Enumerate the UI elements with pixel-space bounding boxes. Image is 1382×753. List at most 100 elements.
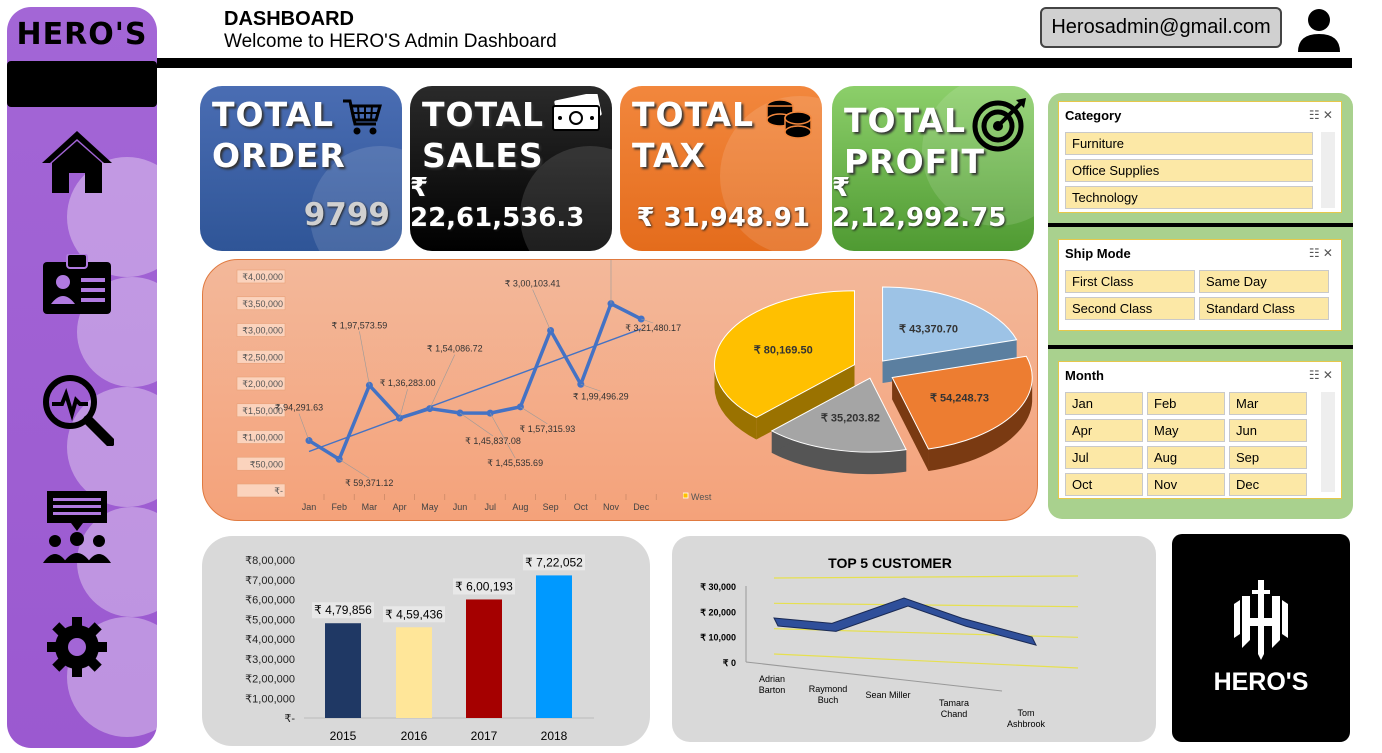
x-tick-label: Sean Miller xyxy=(865,690,910,700)
y-tick-label: ₹5,00,000 xyxy=(245,614,295,626)
pie-data-label: ₹ 80,169.50 xyxy=(754,344,813,356)
y-tick-label: ₹4,00,000 xyxy=(242,272,283,282)
y-tick-label: ₹7,00,000 xyxy=(245,575,295,587)
y-tick-label: ₹1,00,000 xyxy=(245,693,295,705)
page-subtitle: Welcome to HERO'S Admin Dashboard xyxy=(224,31,557,52)
nav-team[interactable] xyxy=(37,487,117,567)
slicer-option[interactable]: Furniture xyxy=(1065,132,1313,155)
category-slicer: Category ☷ ✕ Furniture Office Supplies T… xyxy=(1058,101,1342,213)
month-slicer: Month ☷ ✕ Jan Feb Mar Apr May Jun Jul Aug Sep Oct… xyxy=(1058,361,1342,499)
kpi-value: 9799 xyxy=(303,197,390,233)
top-customers-panel: TOP 5 CUSTOMER ₹ 0 ₹ 10,000 ₹ 20,000 ₹ 30,00… xyxy=(672,536,1156,742)
y-tick-label: ₹6,00,000 xyxy=(245,595,295,607)
x-tick-label: Sep xyxy=(543,502,559,512)
data-label: ₹ 1,57,315.93 xyxy=(520,424,576,434)
y-tick-label: ₹2,50,000 xyxy=(242,352,283,362)
slicer-option[interactable]: Apr xyxy=(1065,419,1143,442)
slicer-option[interactable]: Jul xyxy=(1065,446,1143,469)
slicer-header-icons[interactable]: ☷ ✕ xyxy=(1309,368,1333,382)
slicer-option[interactable]: Jan xyxy=(1065,392,1143,415)
monthly-sales-chart: ₹-₹50,000₹1,00,000₹1,50,000₹2,00,000₹2,5… xyxy=(236,260,681,512)
bar xyxy=(396,627,432,718)
slicer-option[interactable]: May xyxy=(1147,419,1225,442)
slicer-option[interactable]: First Class xyxy=(1065,270,1195,293)
x-tick-label: Tom xyxy=(1017,708,1034,718)
coins-icon xyxy=(766,99,812,139)
slicer-option[interactable]: Oct xyxy=(1065,473,1143,496)
x-tick-label: Nov xyxy=(603,502,620,512)
ship-mode-slicer: Ship Mode ☷ ✕ First Class Same Day Secon… xyxy=(1058,239,1342,331)
brand-title: HERO'S xyxy=(16,17,148,52)
y-tick-label: ₹8,00,000 xyxy=(245,555,295,567)
x-tick-label: Jan xyxy=(302,502,317,512)
slicer-option[interactable]: Mar xyxy=(1229,392,1307,415)
y-tick-label: ₹2,00,000 xyxy=(245,674,295,686)
x-tick-label: Ashbrook xyxy=(1007,719,1046,729)
slicer-option[interactable]: Office Supplies xyxy=(1065,159,1313,182)
top-customers-chart: TOP 5 CUSTOMER ₹ 0 ₹ 10,000 ₹ 20,000 ₹ 30,00… xyxy=(700,555,1079,729)
nav-settings[interactable] xyxy=(37,607,117,687)
bar-label: ₹ 7,22,052 xyxy=(525,555,583,569)
y-tick-label: ₹4,00,000 xyxy=(245,634,295,646)
slicer-divider xyxy=(1048,345,1353,349)
slicer-option[interactable]: Dec xyxy=(1229,473,1307,496)
data-point xyxy=(426,405,434,413)
logo-text: HERO'S xyxy=(1214,668,1309,696)
user-icon[interactable] xyxy=(1296,8,1342,52)
brand-logo-panel: HERO'S xyxy=(1172,534,1350,742)
data-label: ₹ 1,45,535.69 xyxy=(487,458,543,468)
slicer-option[interactable]: Feb xyxy=(1147,392,1225,415)
x-tick-label: Dec xyxy=(633,502,650,512)
y-tick-label: ₹ 0 xyxy=(723,658,736,668)
leader-line xyxy=(459,412,494,437)
y-tick-label: ₹3,00,000 xyxy=(245,654,295,666)
nav-analytics[interactable] xyxy=(37,369,117,449)
pie-data-label: ₹ 54,248.73 xyxy=(930,392,989,404)
slicer-scrollbar[interactable] xyxy=(1321,392,1335,492)
y-tick-label: ₹3,00,000 xyxy=(242,326,283,336)
x-tick-label: Mar xyxy=(362,502,378,512)
nav-profile[interactable] xyxy=(37,245,117,325)
slicer-header-icons[interactable]: ☷ ✕ xyxy=(1309,246,1333,260)
data-label: ₹ 59,371.12 xyxy=(345,478,393,488)
x-tick-label: May xyxy=(421,502,439,512)
slicer-scrollbar[interactable] xyxy=(1321,132,1335,208)
slicer-option[interactable]: Nov xyxy=(1147,473,1225,496)
slicer-header-icons[interactable]: ☷ ✕ xyxy=(1309,108,1333,122)
kpi-value: ₹ 22,61,536.3 xyxy=(410,173,585,233)
bar xyxy=(466,599,502,718)
filter-panel: Category ☷ ✕ Furniture Office Supplies T… xyxy=(1048,93,1353,519)
kpi-label: TOTAL TAX xyxy=(632,95,755,175)
sidebar: HERO'S xyxy=(7,7,157,748)
nav-home[interactable] xyxy=(37,122,117,202)
x-tick-label: Jun xyxy=(453,502,468,512)
slicer-option[interactable]: Jun xyxy=(1229,419,1307,442)
slicer-option[interactable]: Same Day xyxy=(1199,270,1329,293)
gear-icon xyxy=(47,617,107,677)
x-tick-label: Adrian xyxy=(759,674,785,684)
x-tick-label: Barton xyxy=(759,685,786,695)
sales-charts-panel: ₹- ₹50,000 ₹1,00,000 ₹1,50,000 ₹2,00,000 ₹2,5… xyxy=(202,259,1038,521)
slicer-option[interactable]: Second Class xyxy=(1065,297,1195,320)
bar-label: ₹ 6,00,193 xyxy=(455,579,513,593)
cash-icon xyxy=(552,94,602,131)
kpi-value: ₹ 31,948.91 xyxy=(636,203,810,233)
x-tick-label: 2018 xyxy=(541,729,568,743)
slicer-title: Month xyxy=(1065,368,1104,383)
data-label: ₹ 1,36,283.00 xyxy=(380,378,436,388)
leader-line xyxy=(532,289,551,331)
slicer-option[interactable]: Standard Class xyxy=(1199,297,1329,320)
slicer-option[interactable]: Technology xyxy=(1065,186,1313,209)
slicer-option[interactable]: Sep xyxy=(1229,446,1307,469)
x-tick-label: Apr xyxy=(393,502,407,512)
slicer-title: Category xyxy=(1065,108,1122,123)
slicer-option[interactable]: Aug xyxy=(1147,446,1225,469)
kpi-total-tax: TOTAL TAX ₹ 31,948.91 xyxy=(620,86,822,251)
bar xyxy=(325,623,361,718)
x-tick-label: Buch xyxy=(818,695,839,705)
y-tick-label: ₹- xyxy=(284,713,295,725)
account-email[interactable]: Herosadmin@gmail.com xyxy=(1040,7,1282,48)
analytics-search-icon xyxy=(43,375,114,446)
home-icon xyxy=(42,131,112,193)
leader-line xyxy=(399,389,408,419)
